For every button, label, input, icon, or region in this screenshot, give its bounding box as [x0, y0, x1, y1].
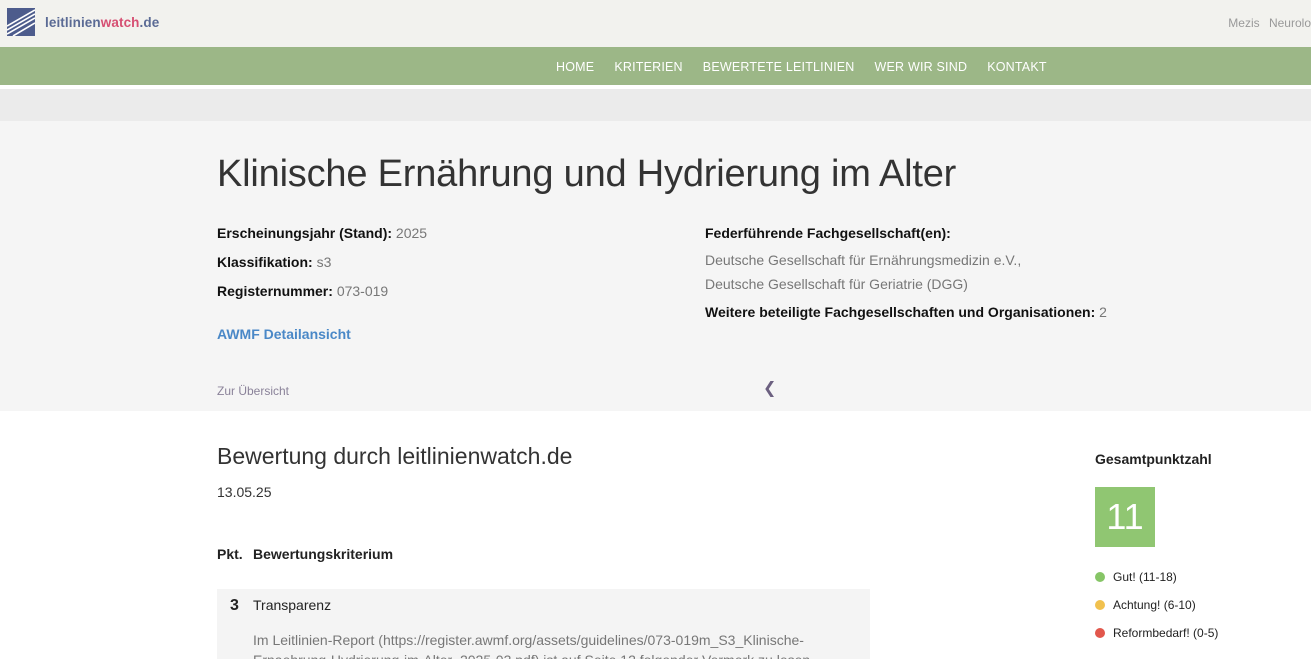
column-criterion: Bewertungskriterium: [253, 546, 394, 562]
green-dot-icon: [1095, 572, 1105, 582]
criterion-row: 3 Transparenz Im Leitlinien-Report (http…: [217, 589, 870, 659]
awmf-detail-link[interactable]: AWMF Detailansicht: [217, 326, 351, 342]
criterion-points: 3: [230, 597, 239, 614]
meta-year: Erscheinungsjahr (Stand): 2025: [217, 225, 428, 241]
score-legend: Gut! (11-18) Achtung! (6-10) Reformbedar…: [1095, 563, 1218, 647]
nav-kontakt[interactable]: KONTAKT: [977, 60, 1057, 74]
main-nav: HOME KRITERIEN BEWERTETE LEITLINIEN WER …: [0, 47, 1311, 87]
top-bar: leitlinienwatch.de Mezis Neurolo: [0, 0, 1311, 47]
partner-link-mezis[interactable]: Mezis: [1228, 16, 1259, 30]
evaluation-title: Bewertung durch leitlinienwatch.de: [217, 443, 573, 469]
spacer-band: [0, 89, 1311, 121]
meta-classification: Klassifikation: s3: [217, 254, 332, 270]
guideline-meta: Erscheinungsjahr (Stand): 2025 Klassifik…: [217, 219, 677, 306]
legend-item-gut: Gut! (11-18): [1095, 563, 1218, 591]
site-logo[interactable]: leitlinienwatch.de: [7, 8, 159, 36]
red-dot-icon: [1095, 628, 1105, 638]
guideline-societies: Federführende Fachgesellschaft(en): Deut…: [705, 219, 1225, 327]
society-item: Deutsche Gesellschaft für Geriatrie (DGG…: [705, 276, 968, 292]
nav-home[interactable]: HOME: [546, 60, 604, 74]
page-title: Klinische Ernährung und Hydrierung im Al…: [217, 153, 957, 195]
legend-item-achtung: Achtung! (6-10): [1095, 591, 1218, 619]
societies-label: Federführende Fachgesellschaft(en):: [705, 225, 951, 241]
society-item: Deutsche Gesellschaft für Ernährungsmedi…: [705, 252, 1022, 268]
meta-register-number: Registernummer: 073-019: [217, 283, 389, 299]
legend-item-reformbedarf: Reformbedarf! (0-5): [1095, 619, 1218, 647]
partner-links: Mezis Neurolo: [1222, 16, 1311, 30]
partner-link-neurology[interactable]: Neurolo: [1269, 16, 1311, 30]
guideline-header: Klinische Ernährung und Hydrierung im Al…: [0, 121, 1311, 411]
nav-wer-wir-sind[interactable]: WER WIR SIND: [865, 60, 978, 74]
criteria-table-header: Pkt. Bewertungskriterium: [217, 546, 393, 562]
chevron-left-icon[interactable]: ❮: [763, 378, 776, 398]
back-to-overview-link[interactable]: Zur Übersicht: [217, 384, 289, 398]
evaluation-date: 13.05.25: [217, 484, 272, 500]
other-societies: Weitere beteiligte Fachgesellschaften un…: [705, 304, 1107, 320]
yellow-dot-icon: [1095, 600, 1105, 610]
nav-kriterien[interactable]: KRITERIEN: [604, 60, 692, 74]
nav-bewertete-leitlinien[interactable]: BEWERTETE LEITLINIEN: [693, 60, 865, 74]
total-score-badge: 11: [1095, 487, 1155, 547]
criterion-name: Transparenz: [253, 597, 332, 613]
criterion-text: Im Leitlinien-Report (https://register.a…: [253, 632, 822, 659]
logo-text: leitlinienwatch.de: [45, 14, 160, 30]
logo-icon: [7, 8, 35, 36]
column-points: Pkt.: [217, 546, 243, 562]
total-score-label: Gesamtpunktzahl: [1095, 451, 1212, 467]
